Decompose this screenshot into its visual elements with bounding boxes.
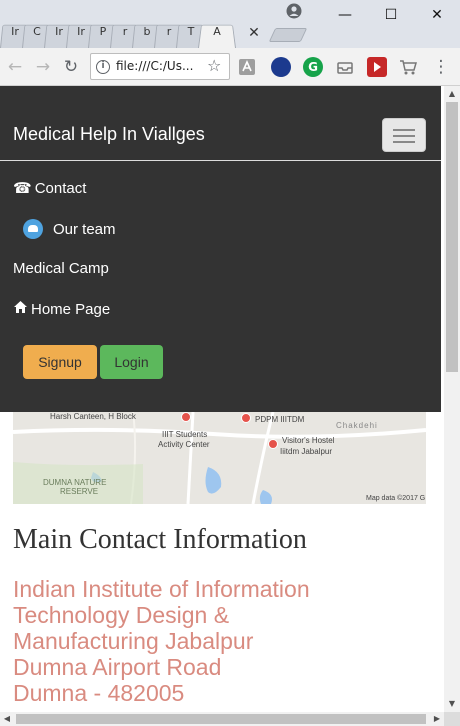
profile-icon[interactable] bbox=[286, 3, 302, 19]
nav-item-contact[interactable]: ☎ Contact bbox=[13, 179, 87, 198]
hamburger-bar bbox=[393, 129, 415, 131]
home-icon bbox=[13, 300, 28, 318]
nav-item-label: Our team bbox=[53, 220, 116, 238]
browser-tab-active[interactable]: A bbox=[202, 18, 232, 48]
address-line: Manufacturing Jabalpur bbox=[13, 628, 254, 654]
new-tab-button[interactable] bbox=[268, 28, 308, 42]
map-label-canteen: Harsh Canteen, H Block bbox=[50, 412, 136, 421]
scroll-right-icon[interactable]: ▶ bbox=[430, 712, 444, 726]
scrollbar-thumb[interactable] bbox=[446, 102, 458, 372]
contact-address: Indian Institute of Information Technolo… bbox=[13, 576, 423, 706]
signup-button[interactable]: Signup bbox=[23, 345, 97, 379]
scroll-down-icon[interactable]: ▼ bbox=[444, 696, 460, 712]
pdf-extension-icon[interactable] bbox=[237, 57, 257, 77]
map-pin-icon[interactable] bbox=[181, 412, 191, 422]
address-line: Technology Design & bbox=[13, 602, 230, 628]
map-label-activity-center-2: Activity Center bbox=[158, 440, 210, 449]
inbox-extension-icon[interactable] bbox=[335, 57, 355, 77]
tab-title: A bbox=[213, 25, 221, 38]
horizontal-scrollbar[interactable]: ◀ ▶ bbox=[0, 712, 444, 726]
tab-close-icon[interactable]: ✕ bbox=[244, 22, 264, 44]
page-viewport: Harsh Canteen, H Block PDPM IIITDM Chakd… bbox=[0, 86, 444, 712]
scrollbar-thumb[interactable] bbox=[16, 714, 426, 724]
window-minimize-button[interactable]: — bbox=[322, 0, 368, 30]
forward-arrow-icon[interactable]: → bbox=[32, 56, 54, 78]
navbar-divider bbox=[0, 160, 441, 161]
cart-extension-icon[interactable] bbox=[398, 57, 418, 77]
vertical-scrollbar[interactable]: ▲ ▼ bbox=[444, 86, 460, 712]
nav-item-home-page[interactable]: Home Page bbox=[13, 300, 110, 318]
embedded-map[interactable]: Harsh Canteen, H Block PDPM IIITDM Chakd… bbox=[13, 412, 426, 504]
navbar-toggle-button[interactable] bbox=[382, 118, 426, 152]
bookmark-star-icon[interactable]: ☆ bbox=[207, 56, 221, 75]
page-heading: Main Contact Information bbox=[13, 524, 307, 555]
map-label-hostel-2: Iiitdm Jabalpur bbox=[280, 447, 333, 456]
nav-item-label: Contact bbox=[34, 179, 87, 197]
nav-item-label: Home Page bbox=[31, 300, 111, 318]
window-close-button[interactable]: ✕ bbox=[414, 0, 460, 30]
nav-item-our-team[interactable]: Our team bbox=[13, 219, 116, 239]
browser-menu-icon[interactable]: ⋮ bbox=[430, 56, 452, 78]
bird-extension-icon[interactable] bbox=[271, 57, 291, 77]
team-icon bbox=[23, 219, 43, 239]
map-label-chakdehi: Chakdehi bbox=[336, 421, 378, 430]
phone-icon: ☎ bbox=[13, 180, 32, 197]
grammarly-extension-icon[interactable]: G bbox=[303, 57, 323, 77]
nav-item-label: Medical Camp bbox=[13, 260, 109, 277]
map-label-activity-center: IIIT Students bbox=[162, 430, 208, 439]
address-bar[interactable]: i file:///C:/Us... ☆ bbox=[90, 53, 230, 80]
map-pin-icon[interactable] bbox=[241, 413, 251, 423]
map-label-pdpm: PDPM IIITDM bbox=[255, 415, 305, 424]
map-attribution[interactable]: Map data ©2017 G bbox=[366, 495, 425, 502]
address-line: Dumna - 482005 bbox=[13, 680, 185, 706]
tab-strip: Ir C Ir Ir P r b r T A bbox=[4, 18, 232, 48]
scrollbar-corner bbox=[444, 712, 460, 726]
map-label-hostel: Visitor's Hostel bbox=[282, 436, 335, 445]
reload-icon[interactable]: ↻ bbox=[60, 56, 82, 78]
login-button[interactable]: Login bbox=[100, 345, 163, 379]
navbar: Medical Help In Viallges ☎ Contact Our t… bbox=[0, 86, 441, 412]
address-bar-url[interactable]: file:///C:/Us... bbox=[116, 59, 193, 73]
nav-item-medical-camp[interactable]: Medical Camp bbox=[13, 260, 109, 277]
browser-toolbar: ← → ↻ i file:///C:/Us... ☆ G ⋮ bbox=[0, 48, 460, 86]
scroll-left-icon[interactable]: ◀ bbox=[0, 712, 14, 726]
navbar-brand[interactable]: Medical Help In Viallges bbox=[13, 124, 205, 145]
hamburger-bar bbox=[393, 135, 415, 137]
address-line: Indian Institute of Information bbox=[13, 576, 310, 602]
hamburger-bar bbox=[393, 141, 415, 143]
video-extension-icon[interactable] bbox=[367, 57, 387, 77]
info-icon[interactable]: i bbox=[96, 60, 110, 74]
scroll-up-icon[interactable]: ▲ bbox=[444, 86, 460, 102]
map-pin-icon[interactable] bbox=[268, 439, 278, 449]
window-maximize-button[interactable]: ☐ bbox=[368, 0, 414, 30]
map-label-reserve-2: RESERVE bbox=[60, 487, 99, 496]
map-label-reserve: DUMNA NATURE bbox=[43, 478, 107, 487]
back-arrow-icon[interactable]: ← bbox=[4, 56, 26, 78]
browser-titlebar: Ir C Ir Ir P r b r T A ✕ — ☐ ✕ bbox=[0, 0, 460, 48]
address-line: Dumna Airport Road bbox=[13, 654, 222, 680]
